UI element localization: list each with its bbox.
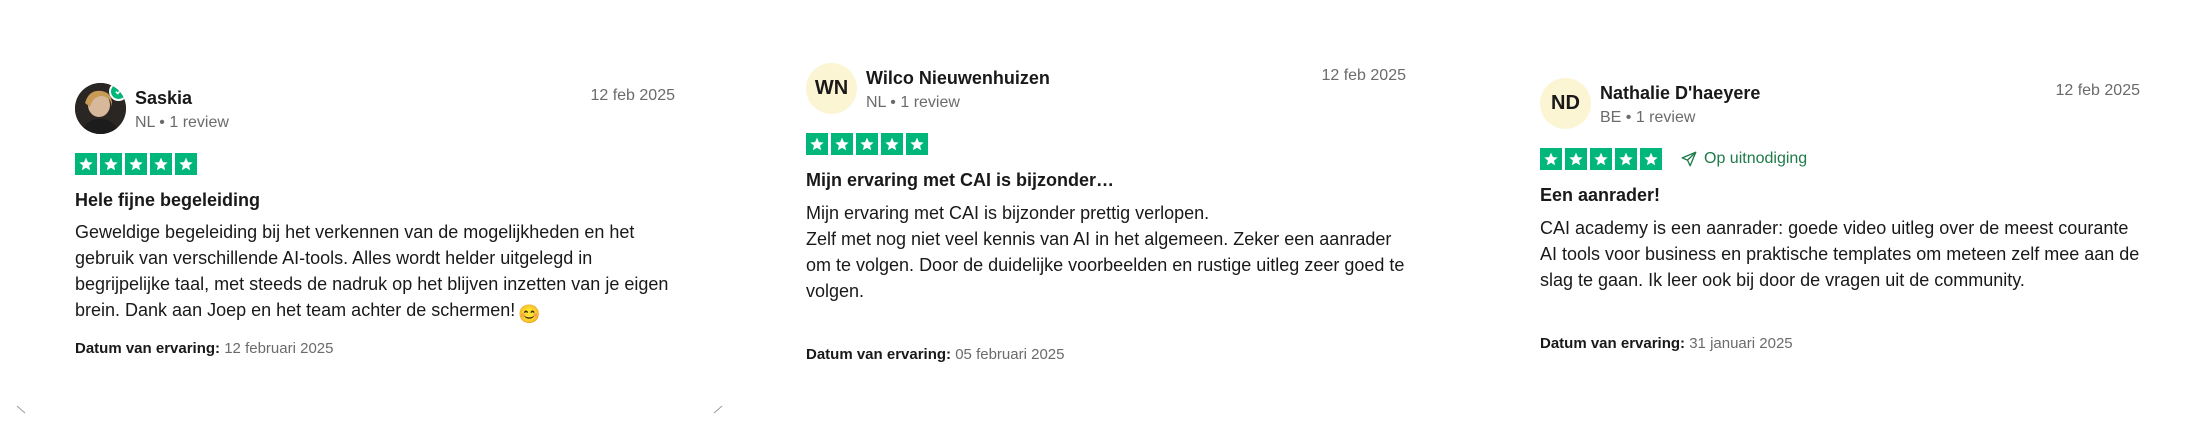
star-icon <box>125 153 147 175</box>
reviewer-meta: NL • 1 review <box>866 94 960 111</box>
avatar[interactable] <box>75 83 126 134</box>
send-icon <box>1681 151 1697 167</box>
review-date: 12 feb 2025 <box>590 87 675 104</box>
reviewer-meta: NL • 1 review <box>135 114 229 131</box>
experience-label: Datum van ervaring: <box>1540 335 1686 352</box>
review-card: ND Nathalie D'haeyere BE • 1 review 12 f… <box>1540 78 2140 418</box>
star-icon <box>1540 148 1562 170</box>
corner-mark <box>16 405 26 414</box>
star-icon <box>100 153 122 175</box>
review-text: Geweldige begeleiding bij het verkennen … <box>75 222 669 320</box>
star-rating <box>75 153 197 175</box>
star-icon <box>1615 148 1637 170</box>
star-icon <box>1590 148 1612 170</box>
review-body: Geweldige begeleiding bij het verkennen … <box>75 219 675 327</box>
experience-value: 31 januari 2025 <box>1689 335 1793 352</box>
review-body: CAI academy is een aanrader: goede video… <box>1540 218 2140 290</box>
star-rating <box>1540 148 1662 170</box>
review-title[interactable]: Een aanrader! <box>1540 185 1660 206</box>
star-icon <box>881 133 903 155</box>
review-line: Zelf met nog niet veel kennis van AI in … <box>806 229 1405 301</box>
invited-label: Op uitnodiging <box>1704 150 1808 167</box>
experience-date: Datum van ervaring: 05 februari 2025 <box>806 346 1064 363</box>
star-icon <box>175 153 197 175</box>
avatar[interactable]: ND <box>1540 78 1591 129</box>
reviewer-name[interactable]: Wilco Nieuwenhuizen <box>866 68 1050 89</box>
review-date: 12 feb 2025 <box>2055 82 2140 99</box>
experience-label: Datum van ervaring: <box>75 340 221 357</box>
invited-badge[interactable]: Op uitnodiging <box>1680 150 1807 168</box>
reviewer-name[interactable]: Saskia <box>135 88 192 109</box>
star-icon <box>1565 148 1587 170</box>
experience-value: 05 februari 2025 <box>955 346 1065 363</box>
experience-value: 12 februari 2025 <box>224 340 334 357</box>
corner-mark <box>713 405 723 414</box>
reviewer-meta: BE • 1 review <box>1600 109 1696 126</box>
star-icon <box>806 133 828 155</box>
star-icon <box>856 133 878 155</box>
avatar[interactable]: WN <box>806 63 857 114</box>
experience-date: Datum van ervaring: 12 februari 2025 <box>75 340 333 357</box>
review-card: WN Wilco Nieuwenhuizen NL • 1 review 12 … <box>806 63 1406 403</box>
review-title[interactable]: Hele fijne begeleiding <box>75 190 260 211</box>
star-icon <box>1640 148 1662 170</box>
star-rating <box>806 133 928 155</box>
review-title[interactable]: Mijn ervaring met CAI is bijzonder… <box>806 170 1114 191</box>
experience-label: Datum van ervaring: <box>806 346 952 363</box>
reviewer-name[interactable]: Nathalie D'haeyere <box>1600 83 1760 104</box>
review-card: Saskia NL • 1 review 12 feb 2025 Hele fi… <box>75 83 675 423</box>
star-icon <box>75 153 97 175</box>
review-body: Mijn ervaring met CAI is bijzonder prett… <box>806 200 1406 304</box>
smile-emoji: 😊 <box>518 304 541 324</box>
star-icon <box>831 133 853 155</box>
star-icon <box>906 133 928 155</box>
verified-icon <box>109 83 126 101</box>
review-date: 12 feb 2025 <box>1321 67 1406 84</box>
star-icon <box>150 153 172 175</box>
experience-date: Datum van ervaring: 31 januari 2025 <box>1540 335 1793 352</box>
review-line: Mijn ervaring met CAI is bijzonder prett… <box>806 203 1210 223</box>
